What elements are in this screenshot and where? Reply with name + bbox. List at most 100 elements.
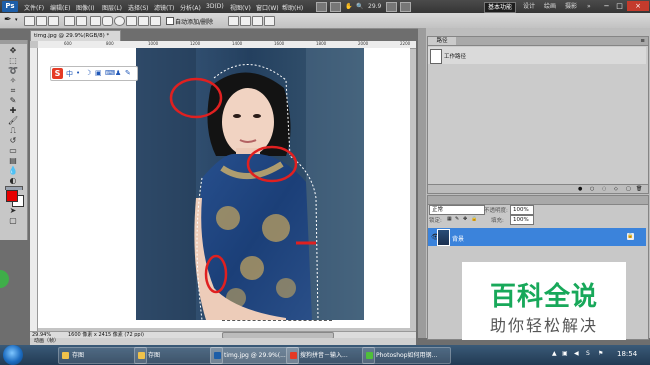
workspace-more[interactable]: » (584, 2, 594, 11)
screen-mode-icon[interactable] (400, 2, 411, 12)
new-path-icon[interactable]: ▢ (626, 186, 631, 192)
chevron-down-icon[interactable]: ▾ (15, 17, 18, 23)
workspace-painting[interactable]: 绘画 (541, 2, 559, 11)
document-tab[interactable]: timg.jpg @ 29.9%(RGB/8) * (30, 30, 121, 41)
tray-icon[interactable]: ▲ (552, 350, 557, 357)
ruler-tick: 1000 (148, 41, 159, 46)
fill-input[interactable]: 100% (510, 215, 534, 225)
fill-pixels-icon[interactable] (48, 16, 59, 26)
gradient-tool-icon[interactable]: ▤ (5, 156, 21, 165)
start-button[interactable] (3, 345, 23, 365)
clock[interactable]: 18:54 (617, 350, 637, 358)
rounded-rectangle-icon[interactable] (102, 16, 113, 26)
blur-tool-icon[interactable]: 💧 (5, 166, 21, 175)
path-exclude-icon[interactable] (264, 16, 275, 26)
lock-position-icon[interactable]: ✥ (463, 216, 467, 222)
shape-tool-icon[interactable]: ▢ (5, 216, 21, 225)
path-intersect-icon[interactable] (252, 16, 263, 26)
eraser-tool-icon[interactable]: ▭ (5, 146, 21, 155)
polygon-icon[interactable] (126, 16, 137, 26)
pen-tool-icon[interactable]: ✒ (4, 15, 12, 25)
history-brush-tool-icon[interactable]: ↺ (5, 136, 21, 145)
move-tool-icon[interactable]: ✥ (5, 46, 21, 55)
fill-path-icon[interactable]: ● (578, 186, 582, 192)
settings-icon[interactable]: ✎ (125, 69, 131, 77)
toolbox-grip[interactable] (0, 40, 27, 44)
quick-select-tool-icon[interactable]: ✧ (5, 76, 21, 85)
animation-panel-tab[interactable]: 动画（帧） (30, 338, 416, 345)
menu-help[interactable]: 帮助(H) (282, 3, 303, 12)
freeform-pen-icon[interactable] (76, 16, 87, 26)
opacity-input[interactable]: 100% (510, 205, 534, 215)
crop-tool-icon[interactable]: ⌗ (5, 86, 21, 95)
network-icon[interactable]: ▣ (562, 350, 568, 357)
lasso-tool-icon[interactable]: ➰ (5, 66, 21, 75)
toolbox-icon[interactable]: ▣ (95, 69, 102, 77)
sogou-logo[interactable]: S (52, 68, 63, 79)
menu-3d[interactable]: 3D(D) (206, 3, 224, 10)
keyboard-icon[interactable]: ⌨ (105, 69, 115, 77)
menu-analysis[interactable]: 分析(A) (180, 3, 201, 12)
blend-mode-select[interactable]: 正常 (429, 205, 485, 215)
lock-transparent-icon[interactable]: ▦ (447, 216, 452, 222)
skin-icon[interactable]: ♟ (115, 69, 121, 77)
menu-select[interactable]: 选择(S) (128, 3, 149, 12)
bridge-icon[interactable] (316, 2, 327, 12)
ime-chinese-mode[interactable]: 中 (66, 69, 73, 79)
path-thumbnail (430, 49, 442, 64)
menu-window[interactable]: 窗口(W) (256, 3, 279, 12)
arrange-docs-icon[interactable] (386, 2, 397, 12)
ellipse-icon[interactable] (114, 16, 125, 26)
lock-all-icon[interactable]: 🔒 (471, 216, 477, 222)
stroke-path-icon[interactable]: ○ (590, 186, 594, 192)
foreground-color-swatch[interactable] (6, 190, 18, 202)
photo-woman-in-qipao[interactable] (136, 48, 364, 320)
path-add-icon[interactable] (228, 16, 239, 26)
marquee-tool-icon[interactable]: ⬚ (5, 56, 21, 65)
menu-edit[interactable]: 编辑(E) (50, 3, 70, 12)
volume-icon[interactable]: ◀ (574, 350, 579, 357)
workspace-essentials[interactable]: 基本功能 (484, 2, 517, 13)
maximize-button[interactable]: □ (614, 1, 625, 11)
menu-file[interactable]: 文件(F) (24, 3, 44, 12)
menu-image[interactable]: 图像(I) (76, 3, 94, 12)
pen-icon[interactable] (64, 16, 75, 26)
punctuation-icon[interactable]: • (76, 69, 80, 77)
hand-icon[interactable]: ✋ (345, 3, 352, 10)
selection-to-path-icon[interactable]: ◇ (614, 186, 618, 192)
layer-name[interactable]: 背景 (452, 234, 464, 243)
rectangle-icon[interactable] (90, 16, 101, 26)
delete-path-icon[interactable]: 🗑 (636, 186, 642, 192)
shape-layers-icon[interactable] (24, 16, 35, 26)
custom-shape-icon[interactable] (150, 16, 161, 26)
healing-brush-tool-icon[interactable]: ✚ (5, 106, 21, 115)
brush-tool-icon[interactable]: 🖌 (5, 116, 21, 125)
auto-add-delete-checkbox[interactable] (166, 17, 174, 25)
watermark-subtitle: 助你轻松解决 (489, 316, 598, 335)
menu-filter[interactable]: 滤镜(T) (154, 3, 174, 12)
eyedropper-tool-icon[interactable]: ✎ (5, 96, 21, 105)
menu-view[interactable]: 视图(V) (230, 3, 251, 12)
paths-mode-icon[interactable] (36, 16, 47, 26)
clone-stamp-tool-icon[interactable]: ⎍ (5, 126, 21, 135)
minibridge-icon[interactable] (330, 2, 341, 12)
dodge-tool-icon[interactable]: ◐ (5, 176, 21, 185)
close-button[interactable]: × (627, 1, 649, 11)
path-to-selection-icon[interactable]: ◌ (602, 186, 606, 192)
lock-image-icon[interactable]: ✎ (455, 216, 459, 222)
ime-tray-icon[interactable]: S (586, 350, 590, 357)
workspace-photography[interactable]: 摄影 (562, 2, 580, 11)
path-selection-tool-icon[interactable]: ➤ (5, 206, 21, 215)
lock-label: 锁定: (429, 218, 442, 224)
line-icon[interactable] (138, 16, 149, 26)
minimize-button[interactable]: − (601, 1, 612, 11)
flag-icon[interactable]: ⚑ (598, 350, 603, 357)
taskbar-item[interactable]: Photoshop如何用钢... (362, 347, 451, 364)
moon-icon[interactable]: ☽ (85, 69, 91, 77)
workspace-design[interactable]: 设计 (520, 2, 538, 11)
menu-layer[interactable]: 图层(L) (102, 3, 122, 12)
floating-widget[interactable] (0, 270, 9, 288)
zoom-tool-icon[interactable]: 🔍 (356, 3, 363, 10)
zoom-level[interactable]: 29.9 (368, 3, 381, 10)
path-subtract-icon[interactable] (240, 16, 251, 26)
